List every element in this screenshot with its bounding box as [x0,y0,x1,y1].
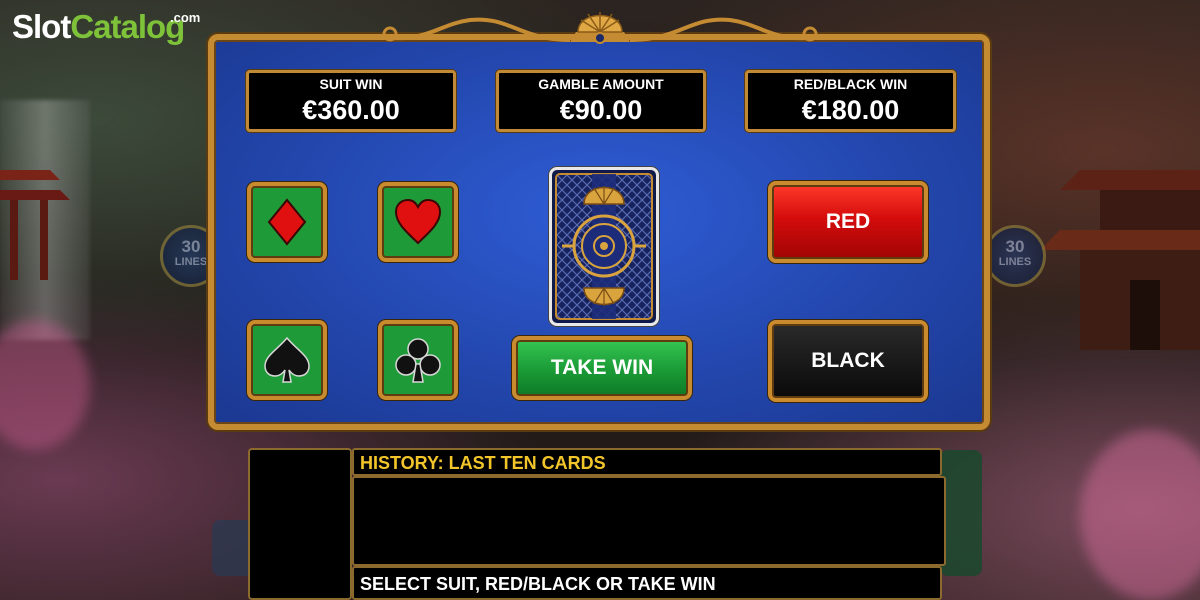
red-black-win-label: RED/BLACK WIN [793,76,908,92]
spade-icon [264,336,310,383]
lines-badge-label: LINES [998,256,1032,268]
heart-icon [394,198,442,245]
frame-scroll-ornament-right [630,17,818,42]
diamond-icon [267,198,307,246]
lines-badge-number: 30 [1005,237,1025,256]
suit-win-box: SUIT WIN €360.00 [246,70,456,132]
red-black-win-box: RED/BLACK WIN €180.00 [745,70,956,132]
background-pagoda-left [0,170,70,280]
history-cards-strip [352,476,946,566]
gamble-amount-label: GAMBLE AMOUNT [538,76,664,92]
background-pagoda-right [1040,170,1200,350]
red-black-win-value: €180.00 [801,95,900,125]
background-blossom-right [1080,430,1200,600]
spin-button-partial[interactable] [940,450,982,576]
suit-win-label: SUIT WIN [319,76,383,92]
logo-com-text: .com [170,10,201,25]
gamble-amount-value: €90.00 [559,95,643,125]
status-message: SELECT SUIT, RED/BLACK OR TAKE WIN [352,566,942,600]
diamonds-button[interactable] [247,182,327,262]
logo-slot-text: Slot [12,8,71,45]
lines-badge-right: 30 LINES [984,225,1046,287]
black-button[interactable]: BLACK [768,320,928,402]
clubs-button[interactable] [378,320,458,400]
face-down-card [549,167,659,326]
frame-scroll-ornament-left [382,17,570,42]
logo-catalog-text: Catalog [70,8,185,45]
card-back-pattern-icon [555,173,653,320]
suit-win-value: €360.00 [302,95,400,125]
shell-crest-icon [570,12,630,44]
history-card-slot [248,448,352,600]
hearts-button[interactable] [378,182,458,262]
red-button[interactable]: RED [768,181,928,263]
club-icon [395,338,441,383]
history-title: HISTORY: LAST TEN CARDS [352,448,942,476]
slotcatalog-logo: SlotCatalog .com [12,8,200,46]
spades-button[interactable] [247,320,327,400]
gamble-amount-box: GAMBLE AMOUNT €90.00 [496,70,706,132]
take-win-button[interactable]: TAKE WIN [512,336,692,400]
